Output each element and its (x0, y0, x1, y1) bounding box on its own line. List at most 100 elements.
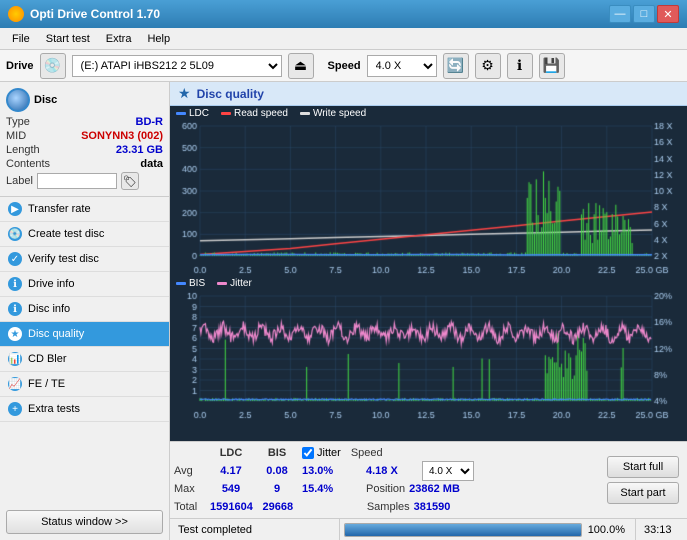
sidebar-item-fe-te[interactable]: 📈 FE / TE (0, 372, 169, 397)
extra-tests-icon: + (8, 402, 22, 416)
fe-te-label: FE / TE (28, 378, 65, 390)
progress-percent: 100.0% (582, 524, 631, 536)
config-button[interactable]: ⚙ (475, 53, 501, 79)
mid-value: SONYNN3 (002) (81, 130, 163, 142)
disc-quality-label: Disc quality (28, 328, 84, 340)
main-content: Disc Type BD-R MID SONYNN3 (002) Length … (0, 82, 687, 540)
ldc-max: 549 (210, 483, 252, 495)
contents-label: Contents (6, 158, 50, 170)
disc-quality-icon: ★ (8, 327, 22, 341)
total-label: Total (174, 501, 206, 513)
minimize-button[interactable]: — (609, 5, 631, 23)
save-button[interactable]: 💾 (539, 53, 565, 79)
length-value: 23.31 GB (116, 144, 163, 156)
jitter-label: Jitter (230, 278, 252, 289)
menu-file[interactable]: File (4, 31, 38, 47)
stats-avg-row: Avg 4.17 0.08 13.0% 4.18 X 4.0 X (174, 462, 599, 480)
speed-select[interactable]: 4.0 X (367, 55, 437, 77)
ldc-label: LDC (189, 108, 209, 119)
disc-info-label: Disc info (28, 303, 70, 315)
sidebar-item-disc-info[interactable]: ℹ Disc info (0, 297, 169, 322)
disc-contents-row: Contents data (6, 158, 163, 170)
legend-write-speed: Write speed (300, 108, 366, 119)
bis-header: BIS (256, 447, 298, 459)
menu-bar: File Start test Extra Help (0, 28, 687, 50)
status-window-button[interactable]: Status window >> (6, 510, 163, 534)
stats-max-row: Max 549 9 15.4% Position 23862 MB (174, 480, 599, 498)
legend-bis: BIS (176, 278, 205, 289)
progress-bar (344, 523, 582, 537)
sidebar-item-extra-tests[interactable]: + Extra tests (0, 397, 169, 422)
write-speed-dot (300, 112, 310, 115)
sidebar-item-disc-quality[interactable]: ★ Disc quality (0, 322, 169, 347)
ldc-header: LDC (210, 447, 252, 459)
panel-header: ★ Disc quality (170, 82, 687, 106)
max-label: Max (174, 483, 206, 495)
maximize-button[interactable]: □ (633, 5, 655, 23)
fe-te-icon: 📈 (8, 377, 22, 391)
disc-header: Disc (6, 88, 163, 112)
sidebar: Disc Type BD-R MID SONYNN3 (002) Length … (0, 82, 170, 540)
progress-fill (345, 524, 581, 536)
label-icon[interactable]: 🏷 (121, 172, 139, 190)
cd-bler-label: CD Bler (28, 353, 67, 365)
mid-label: MID (6, 130, 26, 142)
menu-extra[interactable]: Extra (98, 31, 140, 47)
stats-left: LDC BIS Jitter Speed Avg 4.17 0.08 13.0%… (174, 444, 599, 516)
drive-select[interactable]: (E:) ATAPI iHBS212 2 5L09 (72, 55, 282, 77)
sidebar-item-cd-bler[interactable]: 📊 CD Bler (0, 347, 169, 372)
drive-info-icon: ℹ (8, 277, 22, 291)
bis-total: 29668 (257, 501, 299, 513)
bis-avg: 0.08 (256, 465, 298, 477)
refresh-button[interactable]: 🔄 (443, 53, 469, 79)
length-label: Length (6, 144, 40, 156)
start-full-button[interactable]: Start full (607, 456, 679, 478)
disc-mid-row: MID SONYNN3 (002) (6, 130, 163, 142)
type-label: Type (6, 116, 30, 128)
title-bar: Opti Drive Control 1.70 — □ ✕ (0, 0, 687, 28)
sidebar-item-transfer-rate[interactable]: ▶ Transfer rate (0, 197, 169, 222)
verify-test-icon: ✓ (8, 252, 22, 266)
eject-button[interactable]: ⏏ (288, 53, 314, 79)
bis-max: 9 (256, 483, 298, 495)
window-controls: — □ ✕ (609, 5, 679, 23)
ldc-avg: 4.17 (210, 465, 252, 477)
jitter-checkbox[interactable] (302, 447, 314, 459)
legend-jitter: Jitter (217, 278, 252, 289)
chart2-wrapper (170, 291, 687, 441)
samples-val: 381590 (414, 501, 451, 513)
read-speed-dot (221, 112, 231, 115)
status-bar: Test completed 100.0% 33:13 (170, 518, 687, 540)
verify-test-label: Verify test disc (28, 253, 99, 265)
info-button[interactable]: ℹ (507, 53, 533, 79)
disc-info-panel: Disc Type BD-R MID SONYNN3 (002) Length … (0, 82, 169, 197)
sidebar-item-create-test-disc[interactable]: 💿 Create test disc (0, 222, 169, 247)
disc-type-row: Type BD-R (6, 116, 163, 128)
create-test-icon: 💿 (8, 227, 22, 241)
jitter-avg: 13.0% (302, 465, 362, 477)
menu-help[interactable]: Help (139, 31, 178, 47)
jitter-max: 15.4% (302, 483, 362, 495)
progress-container: 100.0% (340, 519, 635, 540)
read-speed-label: Read speed (234, 108, 288, 119)
jitter-check: Jitter (302, 447, 341, 459)
label-input[interactable] (37, 173, 117, 189)
samples-label: Samples (367, 501, 410, 513)
transfer-rate-label: Transfer rate (28, 203, 91, 215)
chart1-wrapper (170, 121, 687, 276)
speed-inline-select[interactable]: 4.0 X (422, 461, 474, 481)
sidebar-item-drive-info[interactable]: ℹ Drive info (0, 272, 169, 297)
ldc-total: 1591604 (210, 501, 253, 513)
start-part-button[interactable]: Start part (607, 482, 679, 504)
close-button[interactable]: ✕ (657, 5, 679, 23)
disc-label-row: Label 🏷 (6, 172, 163, 190)
menu-start-test[interactable]: Start test (38, 31, 98, 47)
time-display: 33:13 (635, 519, 687, 540)
charts-container: LDC Read speed Write speed BIS (170, 106, 687, 441)
sidebar-item-verify-test-disc[interactable]: ✓ Verify test disc (0, 247, 169, 272)
drive-bar: Drive 💿 (E:) ATAPI iHBS212 2 5L09 ⏏ Spee… (0, 50, 687, 82)
position-val: 23862 MB (409, 483, 460, 495)
type-value: BD-R (136, 116, 164, 128)
drive-label: Drive (6, 60, 34, 72)
jitter-dot (217, 282, 227, 285)
